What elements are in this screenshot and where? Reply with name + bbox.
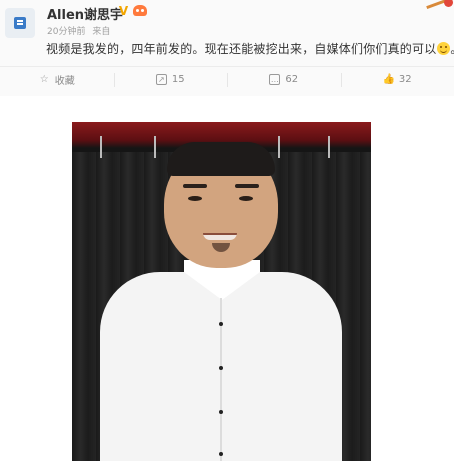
comment-button[interactable]: … 62 bbox=[227, 67, 341, 92]
weibo-post: Allen谢思宇 V 20分钟前 来自 视频是我发的，四年前发的。现在还能被挖出… bbox=[0, 0, 454, 96]
star-icon: ☆ bbox=[39, 74, 49, 85]
post-time: 20分钟前 bbox=[47, 27, 86, 37]
favorite-label: 收藏 bbox=[54, 76, 75, 87]
comment-icon: … bbox=[269, 74, 281, 85]
like-button[interactable]: 👍 32 bbox=[340, 67, 454, 92]
like-count: 32 bbox=[398, 74, 412, 85]
weibo-app-icon bbox=[14, 17, 26, 29]
verified-badge-icon: V bbox=[118, 4, 129, 18]
decoration-icon bbox=[420, 0, 454, 14]
post-meta: 20分钟前 来自 bbox=[47, 24, 114, 37]
post-source: 来自 bbox=[92, 27, 111, 37]
post-photo[interactable] bbox=[72, 122, 371, 461]
post-text: 视频是我发的，四年前发的。现在还能被挖出来，自媒体们你们真的可以。 bbox=[46, 40, 454, 57]
user-avatar[interactable] bbox=[5, 8, 35, 38]
repost-button[interactable]: ↗ 15 bbox=[113, 67, 228, 92]
comment-count: 62 bbox=[285, 74, 299, 85]
member-crown-icon bbox=[133, 5, 147, 16]
repost-count: 15 bbox=[171, 74, 185, 85]
smiley-emoji-icon bbox=[437, 42, 451, 55]
action-bar: ☆ 收藏 ↗ 15 … 62 👍 32 bbox=[0, 66, 454, 92]
post-body: 视频是我发的，四年前发的。现在还能被挖出来，自媒体们你们真的可以 bbox=[46, 42, 437, 56]
username[interactable]: Allen谢思宇 bbox=[47, 4, 123, 23]
share-icon: ↗ bbox=[155, 74, 167, 85]
favorite-button[interactable]: ☆ 收藏 bbox=[0, 67, 114, 92]
thumbs-up-icon: 👍 bbox=[382, 74, 396, 85]
post-body-end: 。 bbox=[450, 42, 454, 56]
